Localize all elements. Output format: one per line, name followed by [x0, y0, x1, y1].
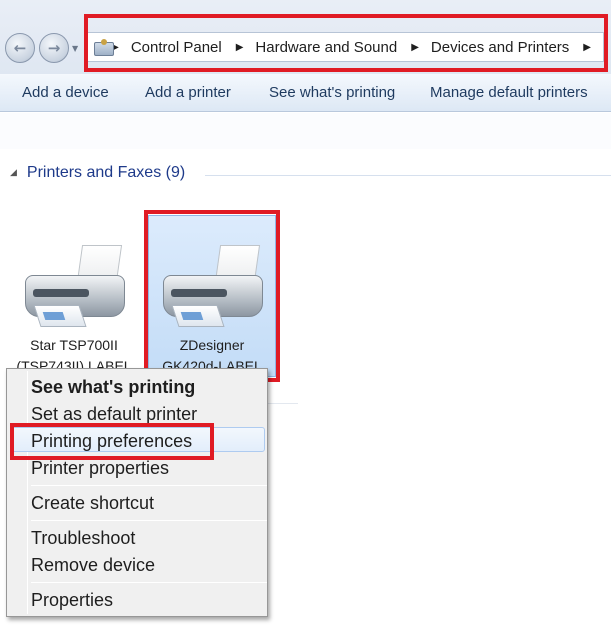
menu-item-troubleshoot[interactable]: Troubleshoot	[31, 528, 135, 549]
menu-item-see-whats-printing[interactable]: See what's printing	[31, 377, 195, 398]
printer-icon	[19, 245, 129, 335]
menu-separator	[31, 582, 267, 583]
context-menu: See what's printing Set as default print…	[6, 368, 268, 617]
menu-separator	[31, 520, 267, 521]
group-title: Printers and Faxes (9)	[26, 164, 186, 181]
divider	[268, 403, 298, 404]
menu-item-printer-properties[interactable]: Printer properties	[31, 458, 169, 479]
forward-button[interactable]: →	[39, 33, 69, 63]
device-star-tsp700ii[interactable]: Star TSP700II (TSP743II) LABEL	[14, 245, 134, 377]
menu-item-set-default-printer[interactable]: Set as default printer	[31, 404, 197, 425]
add-printer-button[interactable]: Add a printer	[145, 84, 231, 101]
annotation-highlight-menu-item	[10, 423, 214, 460]
menu-gutter	[27, 371, 28, 614]
menu-item-create-shortcut[interactable]: Create shortcut	[31, 493, 154, 514]
device-label: Star TSP700II	[30, 337, 118, 353]
blank-area	[296, 380, 416, 424]
collapse-triangle-icon[interactable]: ◢	[10, 168, 17, 178]
command-bar: Add a device Add a printer See what's pr…	[0, 74, 611, 112]
spacer-strip	[0, 113, 611, 149]
menu-item-remove-device[interactable]: Remove device	[31, 555, 155, 576]
menu-separator	[31, 485, 267, 486]
menu-item-properties[interactable]: Properties	[31, 590, 113, 611]
blank-area	[352, 200, 611, 370]
see-whats-printing-button[interactable]: See what's printing	[269, 84, 395, 101]
arrow-right-icon: →	[47, 39, 61, 57]
annotation-highlight-device	[144, 210, 280, 382]
manage-default-printers-button[interactable]: Manage default printers	[430, 84, 588, 101]
recent-pages-dropdown-icon[interactable]: ▼	[72, 44, 78, 53]
annotation-highlight-address	[84, 14, 608, 72]
divider	[205, 175, 611, 176]
arrow-left-icon: ←	[13, 39, 27, 57]
group-header[interactable]: ◢ Printers and Faxes (9)	[10, 164, 185, 182]
add-device-button[interactable]: Add a device	[22, 84, 109, 101]
back-button[interactable]: ←	[5, 33, 35, 63]
